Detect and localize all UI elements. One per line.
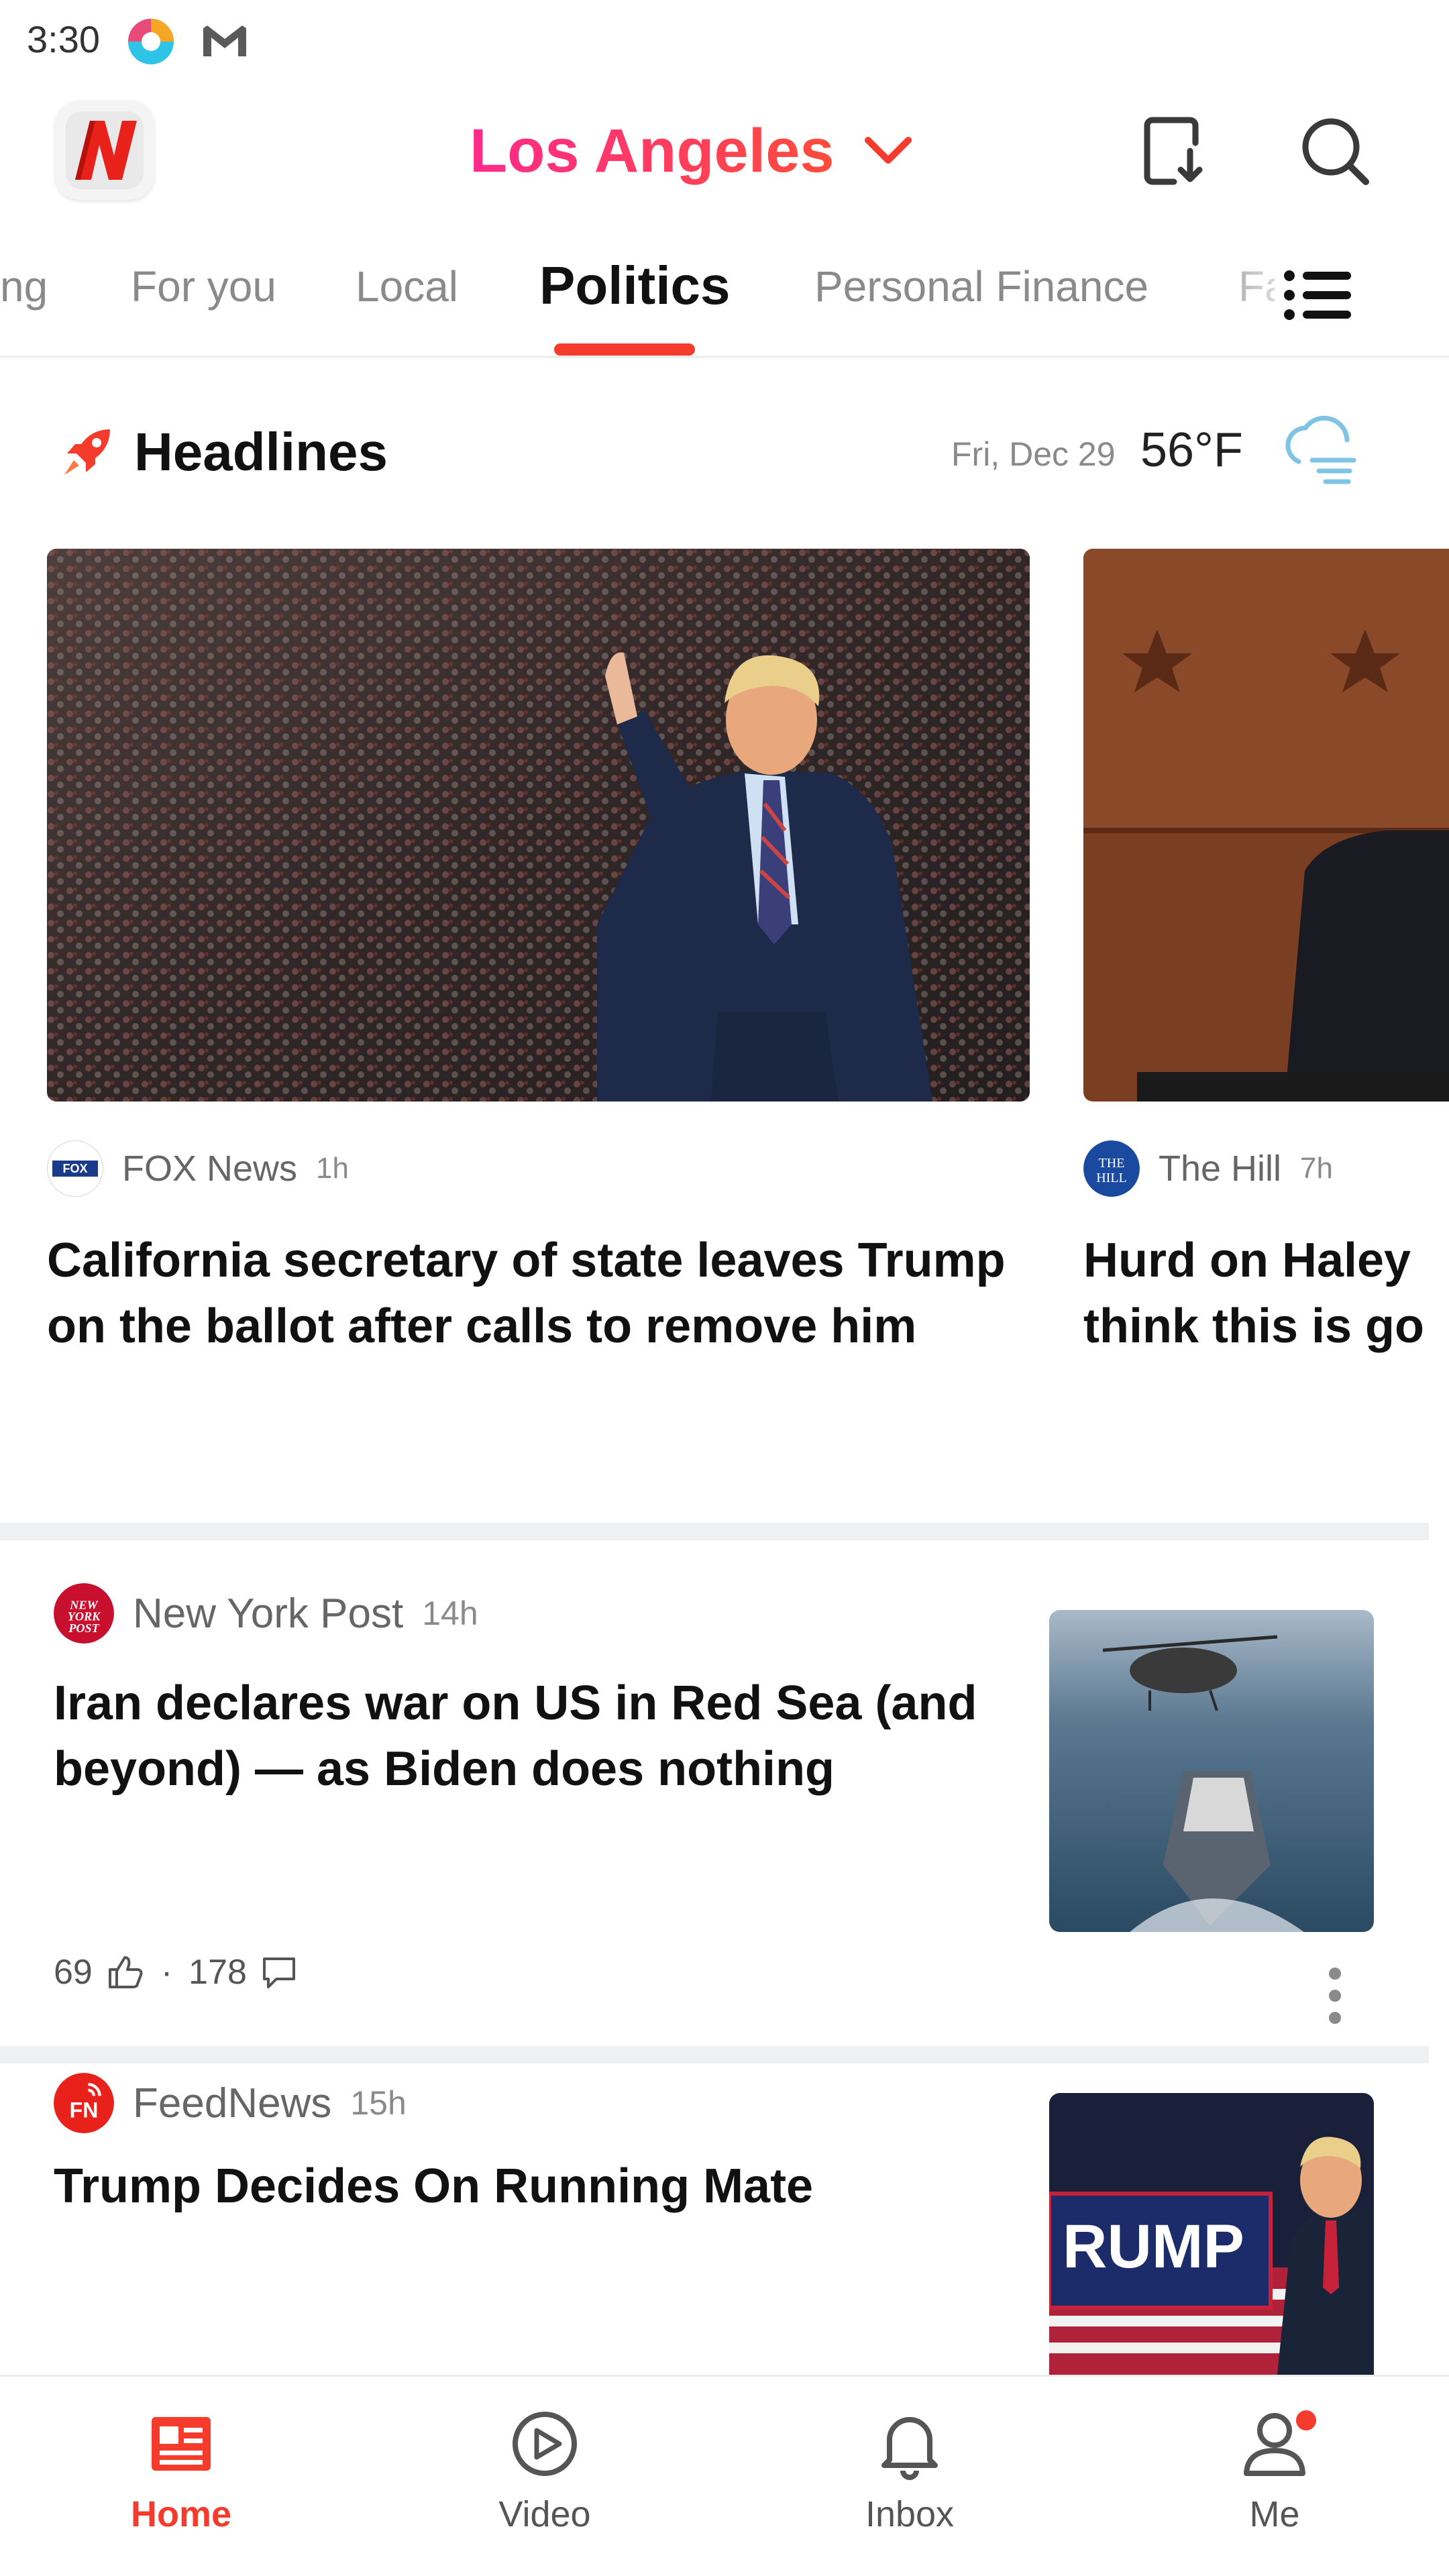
headline-source-2[interactable]: THE HILL The Hill 7h [1083, 1140, 1333, 1197]
headline-source-1[interactable]: FOX FOX News 1h [47, 1140, 349, 1197]
nav-video[interactable]: Video [444, 2404, 645, 2565]
headline-image-2[interactable] [1083, 549, 1449, 1102]
feednews-logo: FN [54, 2073, 114, 2133]
svg-text:POST: POST [68, 1621, 99, 1635]
logo-n-icon [66, 111, 144, 189]
new-york-post-logo: NEW YORK POST [54, 1583, 114, 1644]
status-time: 3:30 [27, 18, 100, 60]
svg-text:HILL: HILL [1096, 1171, 1127, 1185]
the-hill-logo: THE HILL [1083, 1140, 1140, 1197]
headline-title-2[interactable]: Hurd on Haley think this is go [1083, 1228, 1449, 1359]
tabs-divider [0, 356, 1449, 358]
bell-icon [881, 2417, 938, 2480]
source-time: 15h [350, 2084, 407, 2122]
headline-title-1[interactable]: California secretary of state leaves Tru… [47, 1228, 1036, 1359]
search-icon[interactable] [1295, 111, 1375, 191]
headline-image-1[interactable] [47, 549, 1030, 1102]
svg-text:FN: FN [70, 2098, 99, 2122]
svg-text:FOX: FOX [62, 1162, 87, 1175]
fox-news-logo: FOX [47, 1140, 103, 1197]
more-options-icon[interactable] [1315, 1959, 1355, 2033]
feed-item-2-source[interactable]: FN FeedNews 15h [54, 2073, 407, 2133]
bottom-navigation: Home Video Inbox Me [0, 2375, 1449, 2576]
home-news-icon [152, 2417, 211, 2471]
nav-label: Me [1249, 2494, 1300, 2534]
nav-label: Inbox [865, 2494, 955, 2534]
stats-separator: · [160, 1953, 173, 1992]
nav-label: Video [498, 2494, 591, 2534]
source-time: 7h [1300, 1152, 1333, 1185]
comment-icon[interactable] [259, 1952, 299, 1992]
thumbs-up-icon[interactable] [105, 1952, 145, 1992]
section-divider [0, 1523, 1429, 1540]
headline-title-2-line-2: think this is go [1083, 1299, 1425, 1353]
feed-item-1-title[interactable]: Iran declares war on US in Red Sea (and … [54, 1670, 1020, 1802]
source-time: 14h [422, 1595, 478, 1632]
section-divider [0, 2046, 1429, 2063]
tab-partial-left[interactable]: ng [0, 262, 48, 311]
comment-count: 178 [189, 1953, 247, 1992]
svg-text:RUMP: RUMP [1063, 2212, 1244, 2281]
notification-badge [1296, 2410, 1316, 2430]
nav-inbox[interactable]: Inbox [809, 2404, 1010, 2565]
photo-hearing-room [1083, 549, 1449, 1102]
source-name: New York Post [133, 1590, 404, 1637]
photo-trump-waving-stadium [47, 549, 1030, 1102]
city-label: Los Angeles [470, 116, 835, 185]
feed-item-1-source[interactable]: NEW YORK POST New York Post 14h [54, 1583, 478, 1644]
play-circle-icon [513, 2412, 577, 2476]
source-time: 1h [316, 1152, 349, 1185]
headlines-title: Headlines [134, 422, 388, 482]
gmail-icon [203, 25, 246, 56]
photo-helicopter-ship [1049, 1610, 1374, 1932]
nav-me[interactable]: Me [1174, 2404, 1375, 2565]
rocket-icon [64, 429, 110, 475]
nav-home[interactable]: Home [80, 2404, 282, 2565]
feed-item-2-title[interactable]: Trump Decides On Running Mate [54, 2153, 1020, 2219]
download-icon[interactable] [1134, 111, 1214, 191]
tab-local[interactable]: Local [356, 262, 458, 311]
feed-item-1-thumbnail[interactable] [1049, 1610, 1374, 1932]
feed-item-2-thumbnail[interactable]: RUMP [1049, 2093, 1374, 2375]
headline-title-2-line-1: Hurd on Haley [1083, 1234, 1411, 1287]
chevron-down-icon [864, 137, 912, 164]
tab-personal-finance[interactable]: Personal Finance [814, 262, 1148, 311]
feed-item-1-stats: 69 · 178 [54, 1952, 299, 1992]
source-name: FOX News [122, 1148, 298, 1189]
status-bar: 3:30 [0, 0, 1449, 87]
tab-for-you[interactable]: For you [131, 262, 276, 311]
source-name: The Hill [1159, 1148, 1282, 1189]
source-name: FeedNews [133, 2080, 332, 2127]
list-menu-icon[interactable] [1275, 258, 1362, 332]
date-text: Fri, Dec 29 [951, 435, 1116, 473]
city-selector[interactable]: Los Angeles [470, 107, 915, 195]
photo-trump-rally: RUMP [1049, 2093, 1374, 2375]
tab-politics[interactable]: Politics [539, 255, 731, 317]
like-count: 69 [54, 1953, 93, 1992]
nav-label: Home [130, 2494, 232, 2534]
temperature-text[interactable]: 56°F [1140, 423, 1243, 478]
cloudy-fog-icon[interactable] [1279, 415, 1364, 488]
browser-app-icon [128, 19, 174, 64]
svg-text:THE: THE [1099, 1156, 1125, 1171]
news-break-logo[interactable] [55, 101, 154, 200]
active-tab-indicator [554, 343, 695, 356]
